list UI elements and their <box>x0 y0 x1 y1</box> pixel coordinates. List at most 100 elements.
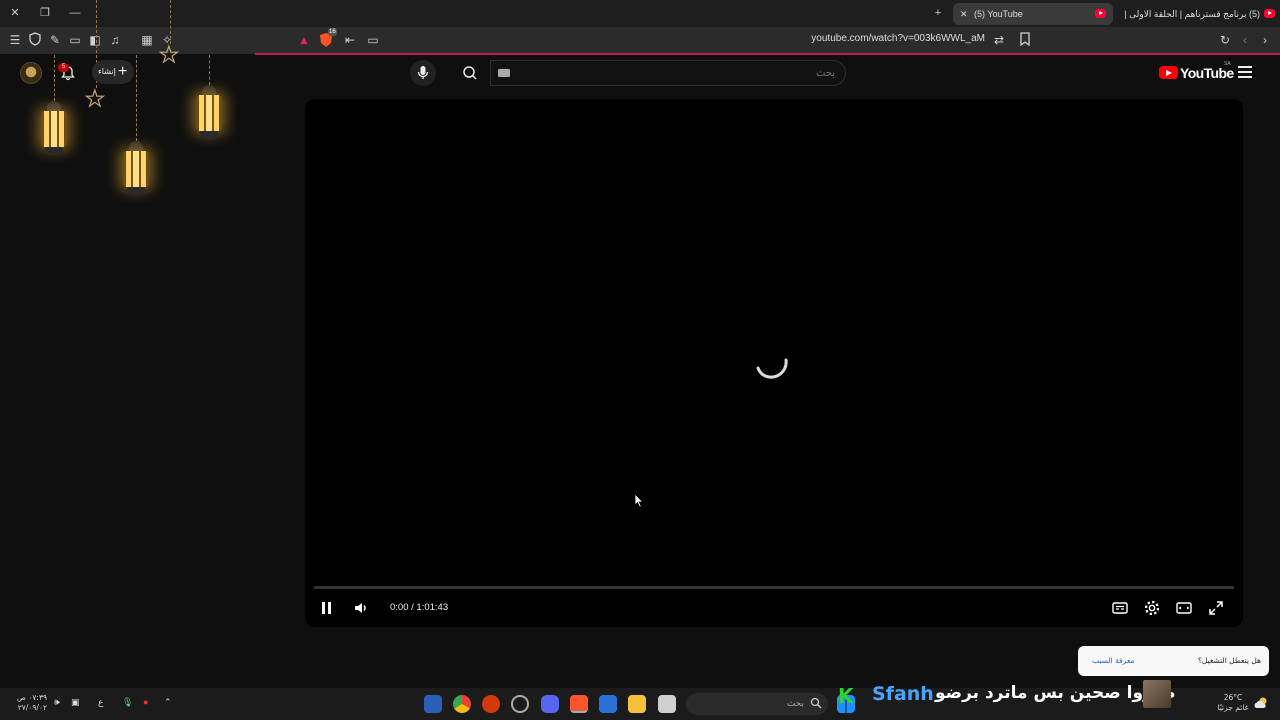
theater-mode-button[interactable] <box>1174 598 1194 618</box>
loading-spinner-icon <box>752 346 796 382</box>
music-icon[interactable]: ♫ <box>107 32 123 48</box>
avatar[interactable] <box>20 62 42 84</box>
volume-button[interactable] <box>351 598 371 618</box>
subtitles-button[interactable] <box>1110 598 1130 618</box>
subtitles-icon <box>1112 602 1128 614</box>
microphone-tray-icon[interactable]: 🎙 <box>122 697 133 708</box>
clock-time: ٠٧:٣٩ ص <box>16 693 47 702</box>
youtube-logo[interactable]: YouTube SA <box>1159 61 1234 82</box>
brave-browser-icon[interactable] <box>570 695 588 713</box>
fullscreen-icon <box>1209 601 1223 615</box>
close-window-icon[interactable]: ✕ <box>6 5 24 21</box>
star-decoration: ★ <box>84 86 105 111</box>
back-icon[interactable]: › <box>1257 32 1273 48</box>
extensions-icon[interactable]: ▦ <box>139 32 155 48</box>
banner-text: صاروا صحين بس ماترد برضو <box>935 683 1176 703</box>
brave-rewards-icon[interactable]: ▲ <box>296 32 312 48</box>
duration: 1:01:43 <box>416 602 449 613</box>
keyboard-icon[interactable] <box>498 69 510 77</box>
pen-icon[interactable]: ✎ <box>47 32 63 48</box>
bookmark-icon[interactable] <box>1017 32 1033 48</box>
menu-icon[interactable]: ☰ <box>7 32 23 48</box>
pause-button[interactable] <box>317 598 337 618</box>
store-icon[interactable] <box>599 695 617 713</box>
voice-search-button[interactable] <box>410 60 436 86</box>
settings-button[interactable] <box>1142 598 1162 618</box>
taskbar-search-placeholder: بحث <box>786 699 804 709</box>
guide-menu-icon[interactable] <box>1238 66 1252 78</box>
taskbar-search[interactable]: بحث <box>686 693 828 715</box>
network-icon[interactable]: ▣ <box>71 697 80 708</box>
search-icon <box>810 697 822 709</box>
pause-icon <box>322 602 331 614</box>
discord-icon[interactable] <box>541 695 559 713</box>
file-explorer-icon[interactable] <box>628 695 646 713</box>
youtube-masthead: 5 إنشاء + YouTube SA <box>0 55 1280 91</box>
forward-icon[interactable]: ‹ <box>1237 32 1253 48</box>
lantern-decoration <box>40 101 68 155</box>
progress-bar[interactable] <box>314 586 1234 589</box>
share-icon[interactable]: ⇤ <box>342 32 358 48</box>
video-player[interactable]: 0:00 / 1:01:43 <box>305 99 1243 627</box>
shields-badge: 16 <box>328 28 337 36</box>
security-app-icon[interactable] <box>424 695 442 713</box>
youtube-favicon-icon <box>1095 9 1106 18</box>
banner-logo: K <box>838 684 854 708</box>
screen-icon[interactable]: ▭ <box>365 32 381 48</box>
gear-icon <box>1144 600 1160 616</box>
browser-toolbar: ☰ ✎ ▭ ◧ ♫ ▦ ✧ ▲ 16 ⇤ ▭ youtube.com/watch… <box>0 27 1280 54</box>
search-input[interactable] <box>491 61 845 85</box>
show-hidden-icons-icon[interactable]: ⌃ <box>164 697 172 708</box>
search-box[interactable] <box>490 60 846 86</box>
address-bar-url[interactable]: youtube.com/watch?v=003k6WWL_aM <box>760 33 985 44</box>
app-tray-icon[interactable]: ● <box>143 697 148 707</box>
speaker-icon[interactable]: 🕪 <box>54 697 60 708</box>
toast-question: هل يتعطل التشغيل؟ <box>1197 656 1261 665</box>
stream-overlay-banner: K Sfanh صاروا صحين بس ماترد برضو <box>838 680 1176 710</box>
language-indicator[interactable]: ع <box>98 697 103 708</box>
notification-count-badge: 5 <box>58 63 69 72</box>
restore-window-icon[interactable]: ❐ <box>36 5 54 21</box>
create-button[interactable]: إنشاء + <box>92 60 134 84</box>
theater-mode-icon <box>1176 602 1192 614</box>
new-tab-icon[interactable]: + <box>929 5 947 21</box>
mouse-cursor-icon <box>634 493 644 508</box>
partly-cloudy-icon <box>1253 696 1269 710</box>
clock-date: ٢٧/٠٩/٠٢ <box>17 703 47 712</box>
youtube-logo-text: YouTube <box>1180 65 1234 81</box>
tab-youtube[interactable]: ✕ (5) YouTube <box>953 3 1113 25</box>
youtube-favicon-icon <box>1264 9 1275 18</box>
learn-why-link[interactable]: معرفة السبب <box>1092 656 1134 665</box>
weather-temp: 26°C <box>1223 693 1243 702</box>
tab-video[interactable]: (5) برنامج قسترناهم | الحلقة الاولى | تم… <box>1118 3 1278 25</box>
weather-widget[interactable]: 26°C غائم جزئيًا <box>1213 693 1253 713</box>
star-rope <box>170 0 171 44</box>
current-time: 0:00 <box>390 602 409 613</box>
site-settings-icon[interactable]: ⇄ <box>991 32 1007 48</box>
shield-icon[interactable] <box>27 32 43 48</box>
minimize-window-icon[interactable]: — <box>66 5 84 21</box>
task-view-icon[interactable] <box>658 695 676 713</box>
banner-thumbnail <box>1143 680 1171 708</box>
fullscreen-button[interactable] <box>1206 598 1226 618</box>
banner-brand: Sfanh <box>872 683 934 705</box>
brave-shields-icon[interactable]: 16 <box>318 28 337 48</box>
system-clock[interactable]: ٠٧:٣٩ ص ٢٧/٠٩/٠٢ <box>11 693 47 713</box>
browser-tab-strip: ✕ ❐ — + ✕ (5) YouTube (5) برنامج قسترناه… <box>0 0 1280 27</box>
volume-icon <box>355 603 366 613</box>
chrome-icon[interactable] <box>453 695 471 713</box>
wallet-icon[interactable]: ▭ <box>67 32 83 48</box>
youtube-play-icon <box>1159 66 1178 79</box>
lantern-decoration <box>122 141 150 195</box>
playback-issue-toast: هل يتعطل التشغيل؟ معرفة السبب <box>1078 646 1269 676</box>
clock-app-icon[interactable] <box>511 695 529 713</box>
lantern-decoration <box>195 85 223 139</box>
tab-title: (5) برنامج قسترناهم | الحلقة الاولى | تم… <box>1122 9 1260 19</box>
tab-title: (5) YouTube <box>974 9 1023 19</box>
close-tab-icon[interactable]: ✕ <box>960 3 968 25</box>
app-icon[interactable] <box>482 695 500 713</box>
sidebar-icon[interactable]: ◧ <box>87 32 103 48</box>
search-icon <box>463 66 477 80</box>
reload-icon[interactable]: ↻ <box>1217 32 1233 48</box>
search-button[interactable] <box>452 60 490 86</box>
